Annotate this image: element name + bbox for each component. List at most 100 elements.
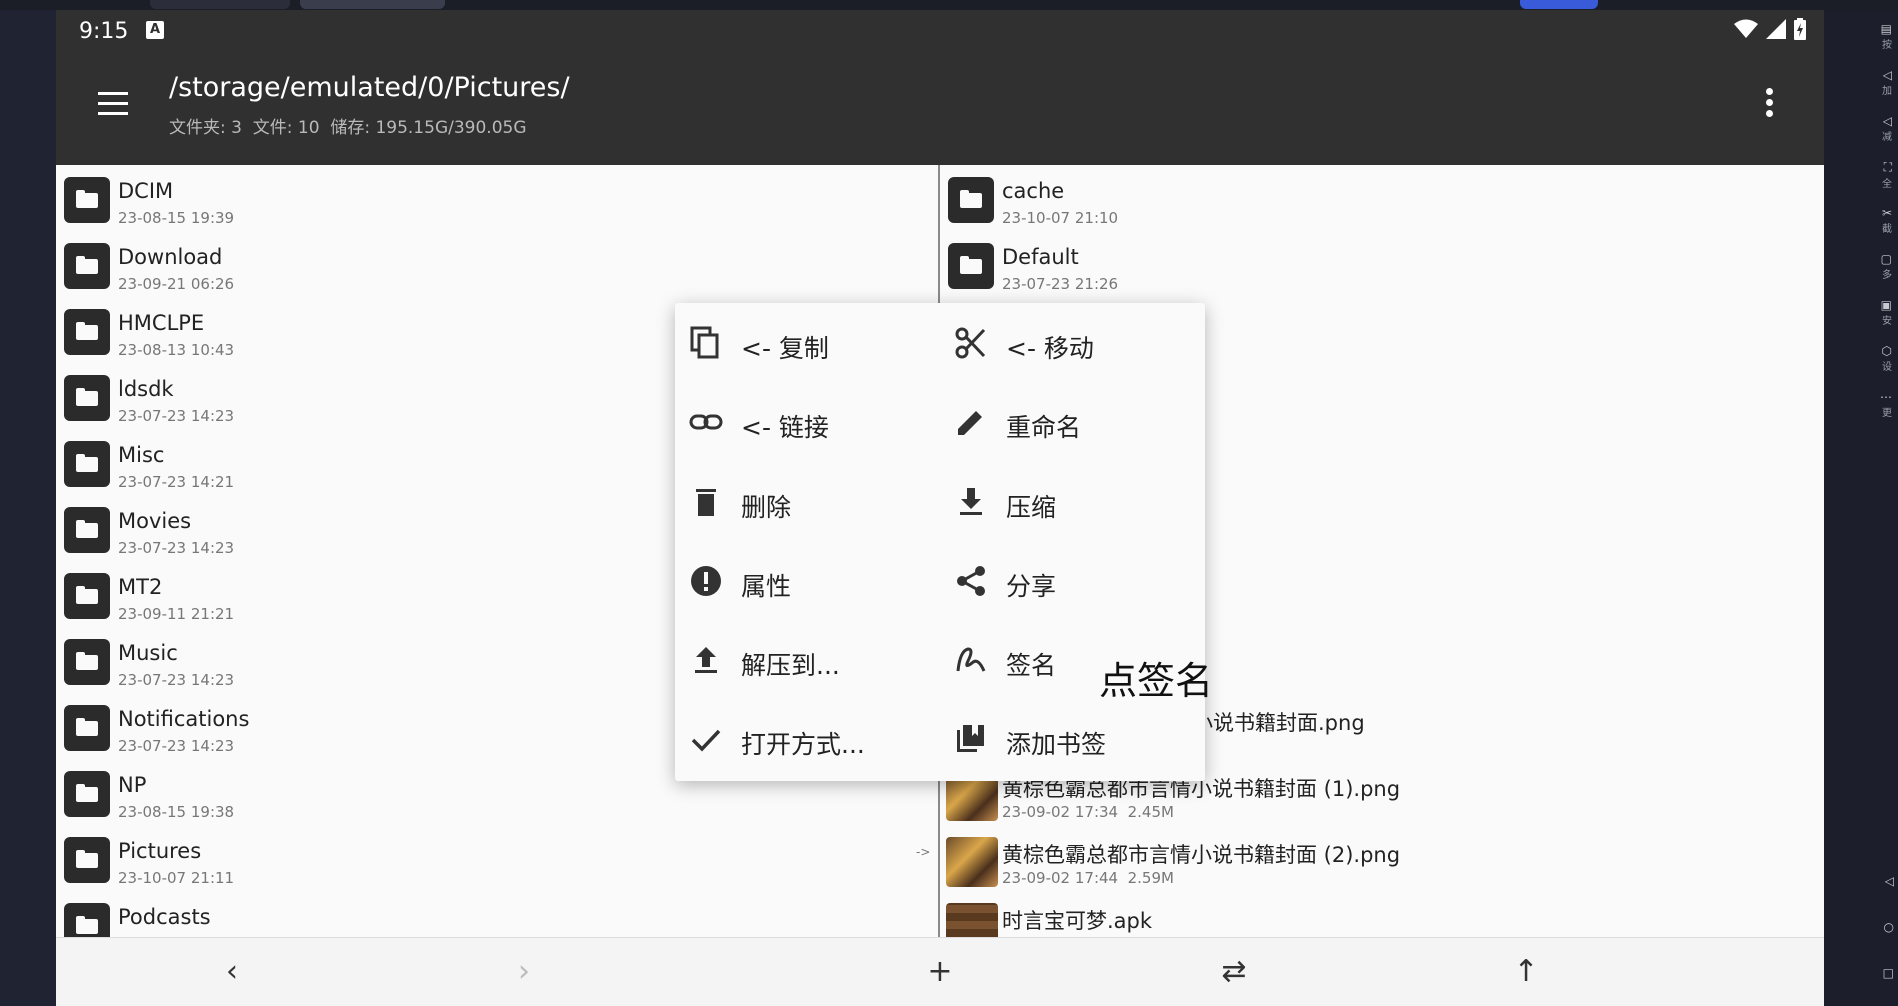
apk-icon xyxy=(946,903,998,937)
host-tool-install[interactable]: ▣ 安 xyxy=(1858,298,1898,328)
bottom-toolbar: ‹ › + ⇄ ↑ xyxy=(56,937,1824,1006)
host-tool-volume-up[interactable]: ◁ 加 xyxy=(1858,68,1898,98)
file-name: 小说书籍封面.png xyxy=(1192,711,1365,735)
host-tool-multi[interactable]: ▢ 多 xyxy=(1858,252,1898,282)
file-row[interactable]: 时言宝可梦.apk xyxy=(940,891,1824,937)
file-name: Podcasts xyxy=(118,905,211,929)
file-meta: 23-07-23 21:26 xyxy=(1002,275,1119,293)
scissors-icon: ✂ xyxy=(1881,206,1892,220)
file-name: HMCLPE xyxy=(118,311,205,335)
menu-add-bookmark[interactable]: 添加书签 xyxy=(940,709,1200,769)
host-tool-label: 按 xyxy=(1882,40,1892,51)
folder-icon xyxy=(64,441,110,487)
host-tool-label: 更 xyxy=(1882,408,1892,419)
folder-icon xyxy=(64,243,110,289)
status-time: 9:15 xyxy=(79,19,129,44)
recents-nav-icon[interactable]: □ xyxy=(1883,966,1894,980)
trash-icon xyxy=(696,489,716,516)
file-name: ldsdk xyxy=(118,377,174,401)
menu-properties[interactable]: 属性 xyxy=(675,551,935,611)
bookmark-icon xyxy=(957,725,984,752)
menu-open-with[interactable]: 打开方式... xyxy=(675,709,935,769)
menu-label: 添加书签 xyxy=(1006,730,1107,759)
menu-label: 删除 xyxy=(741,493,792,522)
file-meta: 23-08-15 19:38 xyxy=(118,803,235,821)
menu-compress[interactable]: 压缩 xyxy=(940,472,1200,532)
signature-icon xyxy=(956,647,986,672)
hamburger-menu-icon[interactable] xyxy=(96,90,130,118)
host-tool-volume-down[interactable]: ◁ 减 xyxy=(1858,114,1898,144)
wifi-icon xyxy=(1734,19,1758,38)
folder-icon xyxy=(64,771,110,817)
image-thumbnail xyxy=(946,837,998,887)
menu-copy[interactable]: <- 复制 xyxy=(675,313,935,373)
file-meta: 23-07-23 14:23 xyxy=(118,737,235,755)
file-name: Movies xyxy=(118,509,192,533)
menu-label: 解压到... xyxy=(741,651,840,680)
menu-extract[interactable]: 解压到... xyxy=(675,630,935,690)
host-side-toolbar: ▤ 按 ◁ 加 ◁ 减 ⛶ 全 ✂ 截 ▢ 多 ▣ 安 ⬡ 设 ⋯ 更 ◁ ○ □ xyxy=(1858,10,1898,1006)
back-button[interactable]: ‹ xyxy=(212,952,252,992)
file-meta: 23-07-23 14:23 xyxy=(118,407,235,425)
file-row[interactable]: Default 23-07-23 21:26 xyxy=(940,231,1824,297)
menu-rename[interactable]: 重命名 xyxy=(940,392,1200,452)
file-meta: 23-07-23 14:23 xyxy=(118,671,235,689)
home-nav-icon[interactable]: ○ xyxy=(1884,920,1894,934)
info-icon xyxy=(691,566,721,596)
folder-icon xyxy=(64,177,110,223)
host-tab[interactable] xyxy=(150,0,290,9)
file-name: Default xyxy=(1002,245,1079,269)
add-button[interactable]: + xyxy=(920,952,960,992)
keyboard-a-icon: A xyxy=(146,21,164,39)
more-options-icon[interactable] xyxy=(1766,88,1774,120)
host-tool-keymap[interactable]: ▤ 按 xyxy=(1858,22,1898,52)
file-row[interactable]: cache 23-10-07 21:10 xyxy=(940,165,1824,231)
swap-panes-button[interactable]: ⇄ xyxy=(1214,952,1254,992)
upload-icon xyxy=(695,647,717,673)
host-tool-settings[interactable]: ⬡ 设 xyxy=(1858,344,1898,374)
forward-button[interactable]: › xyxy=(504,952,544,992)
file-name: Misc xyxy=(118,443,165,467)
host-tool-more[interactable]: ⋯ 更 xyxy=(1858,390,1898,420)
menu-link[interactable]: <- 链接 xyxy=(675,392,935,452)
back-nav-icon[interactable]: ◁ xyxy=(1885,874,1894,888)
host-tab-button[interactable] xyxy=(1520,0,1598,9)
link-icon xyxy=(689,414,723,430)
host-tool-screenshot[interactable]: ✂ 截 xyxy=(1858,206,1898,236)
file-row[interactable]: Podcasts xyxy=(56,891,938,937)
host-tab-active[interactable] xyxy=(300,0,445,9)
file-name: Notifications xyxy=(118,707,250,731)
android-screen: 9:15 A /storage/emulated/0/Pictures/ 文件夹… xyxy=(56,10,1824,1006)
menu-share[interactable]: 分享 xyxy=(940,551,1200,611)
file-name: MT2 xyxy=(118,575,163,599)
file-row[interactable]: Pictures 23-10-07 21:11 xyxy=(56,825,938,891)
file-meta: 23-10-07 21:10 xyxy=(1002,209,1119,227)
menu-delete[interactable]: 删除 xyxy=(675,472,935,532)
host-tool-label: 全 xyxy=(1882,179,1892,190)
host-tool-fullscreen[interactable]: ⛶ 全 xyxy=(1858,160,1898,190)
file-meta: 23-09-02 17:34 2.45M xyxy=(1002,803,1174,821)
menu-label: 分享 xyxy=(1006,572,1057,601)
current-path: /storage/emulated/0/Pictures/ xyxy=(169,72,570,103)
system-icons xyxy=(1734,18,1806,40)
folder-icon xyxy=(948,243,994,289)
signal-icon xyxy=(1766,19,1786,39)
file-name: Pictures xyxy=(118,839,202,863)
keyboard-icon: ▤ xyxy=(1880,22,1892,36)
file-meta: 23-07-23 14:21 xyxy=(118,473,235,491)
folder-icon xyxy=(64,639,110,685)
host-tool-label: 截 xyxy=(1882,224,1892,235)
folder-icon xyxy=(64,837,110,883)
more-icon: ⋯ xyxy=(1880,390,1892,404)
file-row[interactable]: Download 23-09-21 06:26 xyxy=(56,231,938,297)
folder-icon xyxy=(64,309,110,355)
host-tool-label: 减 xyxy=(1882,132,1892,143)
file-row[interactable]: DCIM 23-08-15 19:39 xyxy=(56,165,938,231)
fullscreen-icon: ⛶ xyxy=(1883,160,1892,174)
file-meta: 23-09-21 06:26 xyxy=(118,275,235,293)
menu-label: 属性 xyxy=(741,572,792,601)
folder-icon xyxy=(64,573,110,619)
file-row[interactable]: 黄棕色霸总都市言情小说书籍封面 (2).png 23-09-02 17:44 2.… xyxy=(940,825,1824,891)
menu-move[interactable]: <- 移动 xyxy=(940,313,1200,373)
parent-directory-button[interactable]: ↑ xyxy=(1506,952,1546,992)
